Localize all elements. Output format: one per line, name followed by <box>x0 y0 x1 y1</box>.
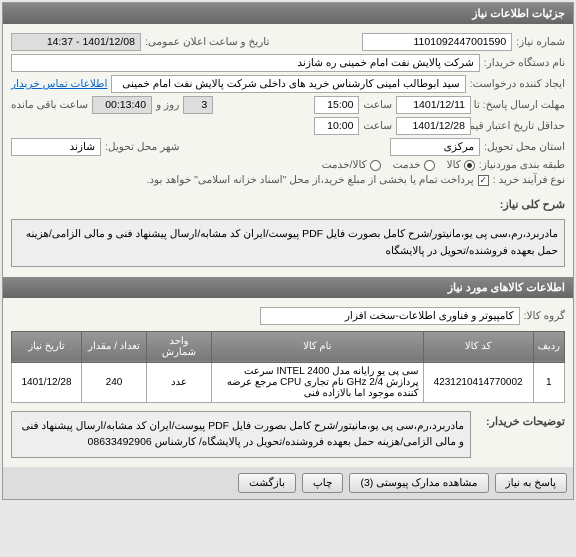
remain-time: 00:13:40 <box>92 96 152 114</box>
back-button[interactable]: بازگشت <box>238 473 296 493</box>
radio-icon <box>370 160 381 171</box>
need-number-field: 1101092447001590 <box>362 33 512 51</box>
goods-table: ردیف کد کالا نام کالا واحد شمارش تعداد /… <box>11 331 565 403</box>
buyer-notes-label: توضیحات خریدار: <box>475 415 565 428</box>
group-label: گروه کالا: <box>524 310 565 322</box>
creator-value: سید ابوطالب امینی کارشناس خرید های داخلی… <box>111 75 465 93</box>
goods-service-radios: کالا خدمت کالا/خدمت <box>322 159 475 171</box>
goods-content: گروه کالا: کامپیوتر و فناوری اطلاعات-سخت… <box>3 298 573 468</box>
need-number-label: شماره نياز: <box>516 36 565 48</box>
print-button[interactable]: چاپ <box>302 473 344 493</box>
group-value: کامپیوتر و فناوری اطلاعات-سخت افزار <box>260 307 520 325</box>
deadline-time: 15:00 <box>314 96 359 114</box>
th-idx: ردیف <box>533 331 564 362</box>
goods-header: اطلاعات کالاهای مورد نیاز <box>3 277 573 298</box>
time-label-2: ساعت <box>363 120 392 132</box>
cell-date: 1401/12/28 <box>12 362 82 402</box>
reply-button[interactable]: پاسخ به نیاز <box>495 473 567 493</box>
radio-service[interactable]: خدمت <box>393 159 435 171</box>
footer-buttons: پاسخ به نیاز مشاهده مدارک پیوستی (3) چاپ… <box>3 467 573 499</box>
th-unit: واحد شمارش <box>147 331 212 362</box>
radio-icon <box>464 160 475 171</box>
cell-idx: 1 <box>533 362 564 402</box>
city-value: شازند <box>11 138 101 156</box>
deadline2-time: 10:00 <box>314 117 359 135</box>
deadline-send-label: مهلت ارسال پاسخ: تا تاریخ: <box>475 99 565 111</box>
payment-note: پرداخت تمام یا بخشی از مبلغ خرید،از محل … <box>146 174 473 186</box>
table-row[interactable]: 1 4231210414770002 سی پی یو رایانه مدل I… <box>12 362 565 402</box>
deadline2-date: 1401/12/28 <box>396 117 471 135</box>
radio-goods[interactable]: کالا <box>447 159 475 171</box>
cell-qty: 240 <box>82 362 147 402</box>
buyer-value: شرکت پالایش نفت امام خمینی ره شازند <box>11 54 480 72</box>
desc-box: مادربرد،رم،سی پی یو،مانیتور/شرح کامل بصو… <box>11 219 565 267</box>
cell-unit: عدد <box>147 362 212 402</box>
goods-service-label: طبقه بندی موردنیاز: <box>479 159 565 171</box>
panel-title: جزئیات اطلاعات نياز <box>3 3 573 24</box>
radio-icon <box>424 160 435 171</box>
remain-days: 3 <box>183 96 213 114</box>
th-date: تاریخ نیاز <box>12 331 82 362</box>
province-label: استان محل تحویل: <box>484 141 565 153</box>
cell-code: 4231210414770002 <box>423 362 533 402</box>
process-label: نوع فرآیند خرید : <box>493 174 565 186</box>
cell-name: سی پی یو رایانه مدل INTEL 2400 سرعت پردا… <box>212 362 424 402</box>
deadline2-label: حداقل تاریخ اعتبار قیمت تا تاریخ: <box>475 120 565 132</box>
th-code: کد کالا <box>423 331 533 362</box>
desc-label: شرح کلی نياز: <box>500 198 565 211</box>
announce-value: 1401/12/08 - 14:37 <box>11 33 141 51</box>
th-qty: تعداد / مقدار <box>82 331 147 362</box>
radio-both[interactable]: کالا/خدمت <box>322 159 381 171</box>
main-panel: جزئیات اطلاعات نياز شماره نياز: 11010924… <box>2 2 574 500</box>
attachments-button[interactable]: مشاهده مدارک پیوستی (3) <box>349 473 488 493</box>
remain-days-label: روز و <box>156 99 179 111</box>
city-label: شهر محل تحویل: <box>105 141 180 153</box>
th-name: نام کالا <box>212 331 424 362</box>
deadline-date: 1401/12/11 <box>396 96 471 114</box>
table-header-row: ردیف کد کالا نام کالا واحد شمارش تعداد /… <box>12 331 565 362</box>
announce-label: تاریخ و ساعت اعلان عمومی: <box>145 36 269 48</box>
contact-link[interactable]: اطلاعات تماس خریدار <box>11 78 107 90</box>
buyer-notes-box: مادربرد،رم،سی پی یو،مانیتور/شرح کامل بصو… <box>11 411 471 459</box>
time-label-1: ساعت <box>363 99 392 111</box>
buyer-label: نام دستگاه خریدار: <box>484 57 565 69</box>
creator-label: ایجاد کننده درخواست: <box>470 78 565 90</box>
remain-label: ساعت باقی مانده <box>11 99 88 111</box>
payment-checkbox[interactable] <box>478 175 489 186</box>
province-value: مرکزی <box>390 138 480 156</box>
basic-info: شماره نياز: 1101092447001590 تاریخ و ساع… <box>3 24 573 277</box>
